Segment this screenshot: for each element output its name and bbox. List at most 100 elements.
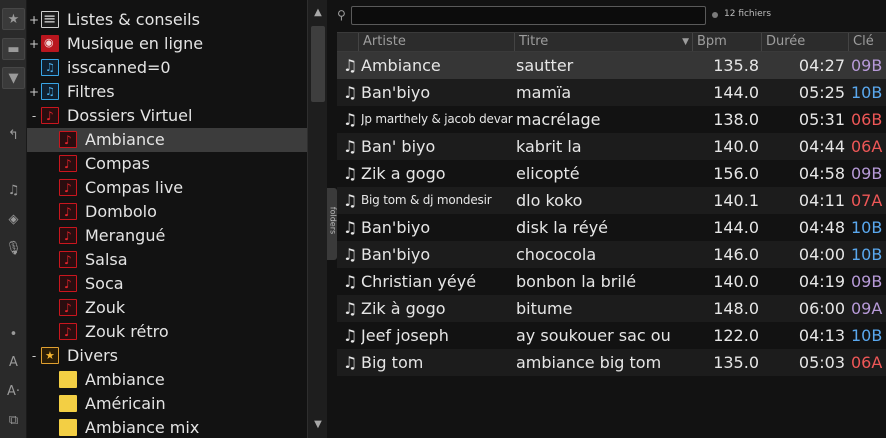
tree-item[interactable]: Américain [27,392,307,416]
tree-item[interactable]: - Divers [27,344,307,368]
tree-item[interactable]: Ambiance [27,128,307,152]
tag-icon[interactable]: ◈ [2,209,25,231]
cell-bpm: 146.0 [713,245,759,264]
folder-icon[interactable]: ▬ [2,38,25,60]
table-row[interactable]: ♫ Zik à gogo bitume 148.0 06:00 09A [337,295,886,322]
scroll-down-arrow-icon[interactable]: ▼ [311,418,325,432]
tree-item[interactable]: Compas live [27,176,307,200]
folder-tree: + Listes & conseils + Musique en ligne issca… [27,0,307,438]
tree-item-label: Listes & conseils [67,10,200,29]
cell-bpm: 122.0 [713,326,759,345]
expand-icon[interactable]: + [29,32,39,56]
virtual-folder-icon [59,200,77,224]
table-row[interactable]: ♫ Ambiance sautter 135.8 04:27 09B [337,52,886,79]
filter-icon[interactable]: ▼ [2,67,25,89]
tree-item-label: isscanned=0 [67,58,171,77]
table-row[interactable]: ♫ Big tom ambiance big tom 135.0 05:03 06A [337,349,886,376]
collapse-icon[interactable]: - [29,104,39,128]
tree-item-label: Dossiers Virtuel [67,106,193,125]
scroll-up-arrow-icon[interactable]: ▲ [311,6,325,20]
cell-key: 09B [851,56,883,75]
cell-duration: 06:00 [798,299,845,318]
table-row[interactable]: ♫ Zik a gogo elicopté 156.0 04:58 09B [337,160,886,187]
font-size-icon[interactable]: A [2,352,25,374]
count-dot-icon [712,12,718,18]
header-title[interactable]: Titre ▼ [514,33,693,51]
tree-item[interactable]: Ambiance mix [27,416,307,438]
tree-item[interactable]: + Filtres [27,80,307,104]
virtual-folder-icon [59,224,77,248]
tree-item[interactable]: - Dossiers Virtuel [27,104,307,128]
window-icon[interactable]: ⧉ [2,410,25,432]
table-row[interactable]: ♫Jp marthely & jacob devarieuxmacrélage 1… [337,106,886,133]
tree-item[interactable]: isscanned=0 [27,56,307,80]
music-note-icon: ♫ [342,245,358,264]
music-note-icon: ♫ [342,83,358,102]
cell-artist: Ban' biyo [361,137,436,156]
tree-item[interactable]: + Listes & conseils [27,7,307,32]
cell-title: dlo koko [516,191,583,210]
header-icon-column [337,33,359,51]
virtual-folder-icon [59,152,77,176]
smart-folder-icon [41,56,59,80]
star-icon[interactable]: ★ [2,8,25,30]
virtual-folder-icon [59,320,77,344]
tree-item[interactable]: Dombolo [27,200,307,224]
cell-key: 09B [851,272,883,291]
microphone-icon[interactable]: 🎙 [2,238,25,260]
header-key[interactable]: Clé [848,33,886,51]
back-icon[interactable]: ↰ [2,125,25,147]
tree-item[interactable]: Salsa [27,248,307,272]
tree-scrollbar[interactable]: ▲ ▼ [307,0,327,438]
file-count: 12 fichiers [724,9,772,19]
folder-icon [59,371,77,388]
cell-key: 06A [851,137,883,156]
tree-item[interactable]: Merangué [27,224,307,248]
cell-bpm: 135.8 [713,56,759,75]
table-row[interactable]: ♫ Christian yéyé bonbon la brilé 140.0 04:19… [337,268,886,295]
cell-artist: Ban'biyo [361,245,431,264]
tree-item[interactable]: + Musique en ligne [27,31,307,56]
virtual-folder-icon [59,128,77,152]
cell-title: bitume [516,299,573,318]
globe-icon [41,31,59,55]
tree-item[interactable]: Zouk rétro [27,320,307,344]
header-artist[interactable]: Artiste [358,33,515,51]
table-row[interactable]: ♫ Ban'biyo mamïa 144.0 05:25 10B [337,79,886,106]
scrollbar-thumb[interactable] [311,26,325,102]
cell-key: 09B [851,164,883,183]
table-row[interactable]: ♫ Ban'biyo disk la réyé 144.0 04:48 10B [337,214,886,241]
folders-tab[interactable]: folders [327,188,338,260]
header-bpm[interactable]: Bpm [692,33,762,51]
virtual-folder-icon [59,272,77,296]
music-note-icon: ♫ [342,272,358,291]
tree-item[interactable]: Soca [27,272,307,296]
cell-bpm: 148.0 [713,299,759,318]
tree-item-label: Musique en ligne [67,34,204,53]
cell-artist: Christian yéyé [361,272,477,291]
font-size-small-icon[interactable]: A· [2,381,25,403]
music-note-icon[interactable]: ♫ [2,180,25,202]
tree-item[interactable]: Zouk [27,296,307,320]
tree-item-label: Compas [85,154,150,173]
cell-duration: 04:13 [798,326,845,345]
expand-icon[interactable]: + [29,80,39,104]
table-row[interactable]: ♫ Ban'biyo chococola 146.0 04:00 10B [337,241,886,268]
collapse-icon[interactable]: - [29,344,39,368]
sidebar-icon-strip: ★ ▬ ▼ ↰ ♫ ◈ 🎙 • A A· ⧉ [0,0,27,438]
table-row[interactable]: ♫ Big tom & dj mondesir dlo koko 140.1 04:11… [337,187,886,214]
search-input[interactable] [351,6,706,25]
cell-key: 06A [851,353,883,372]
dot-icon[interactable]: • [2,324,25,346]
cell-duration: 04:44 [798,137,845,156]
expand-icon[interactable]: + [29,8,39,32]
cell-title: ambiance big tom [516,353,662,372]
table-row[interactable]: ♫ Ban' biyo kabrit la 140.0 04:44 06A [337,133,886,160]
header-duration[interactable]: Durée [761,33,849,51]
table-row[interactable]: ♫ Jeef joseph ay soukouer sac ou 122.0 04:13… [337,322,886,349]
tree-item[interactable]: Ambiance [27,368,307,392]
cell-duration: 04:19 [798,272,845,291]
tree-item[interactable]: Compas [27,152,307,176]
tree-item-label: Soca [85,274,124,293]
cell-key: 10B [851,218,883,237]
